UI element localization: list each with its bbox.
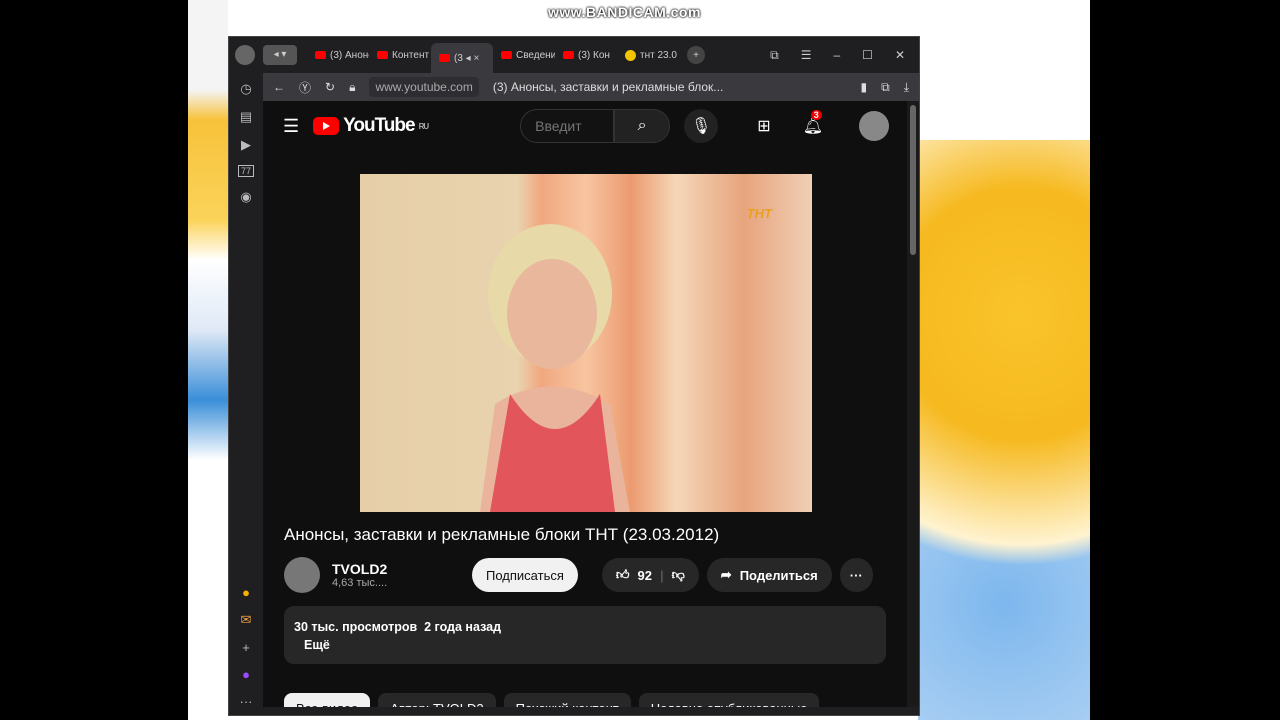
profile-icon[interactable] — [235, 45, 255, 65]
dislike-icon[interactable]: 👎︎ — [672, 567, 685, 583]
like-dislike-group: 👍︎ 92 | 👎︎ — [601, 558, 699, 592]
chip[interactable]: Все видео — [284, 693, 371, 707]
chip[interactable]: Похожий контент — [503, 693, 631, 707]
tab-active[interactable]: (3 ◂ × — [431, 43, 493, 73]
menu-icon[interactable]: ☰ — [801, 48, 812, 63]
tab[interactable]: (3) Кон — [555, 42, 617, 68]
tab[interactable]: Контент — [369, 42, 431, 68]
app-icon[interactable]: ● — [242, 585, 250, 600]
browser-sidebar: ◷ ▤ ▶ 77 ◉ ● ✉ + ● ··· — [229, 73, 263, 715]
description-box[interactable]: 30 тыс. просмотров 2 года назад Ещё — [284, 606, 886, 664]
tab-bar: ◂ ▾ (3) Анонсы Контент (3 ◂ × Сведения (… — [229, 37, 919, 73]
filter-chips: Все видео Автор: TVOLD2 Похожий контент … — [284, 693, 820, 707]
chip[interactable]: Автор: TVOLD2 — [378, 693, 496, 707]
maximize-icon[interactable]: ☐ — [862, 48, 873, 63]
address-bar: ← Ⓨ ↻ 🔒︎ www.youtube.com (3) Анонсы, зас… — [263, 73, 919, 101]
video-frame — [480, 224, 630, 512]
search-button[interactable]: ⌕ — [614, 109, 671, 143]
create-icon[interactable]: ⊞ — [757, 116, 770, 136]
youtube-icon — [563, 51, 574, 59]
search-input[interactable] — [520, 109, 615, 143]
like-icon[interactable]: 👍︎ — [616, 567, 630, 583]
alice-icon[interactable]: ● — [242, 667, 250, 682]
desktop-icons — [188, 0, 228, 720]
new-tab-button[interactable]: + — [687, 46, 705, 64]
youtube-page: ☰ YouTubeRU ⌕ 🎙︎ ⊞ 🔔︎3 ТНТ Анонсы, заста… — [263, 101, 909, 707]
channel-name[interactable]: TVOLD2 — [332, 561, 472, 577]
lock-icon: 🔒︎ — [349, 79, 356, 94]
tab[interactable]: (3) Анонсы — [307, 42, 369, 68]
youtube-icon — [377, 51, 388, 59]
show-more-link[interactable]: Ещё — [294, 636, 876, 654]
download-icon[interactable]: ⤓ — [904, 80, 919, 95]
notes-icon[interactable]: ▤ — [240, 109, 252, 125]
back-icon[interactable]: ← — [273, 80, 285, 94]
more-actions-button[interactable]: ··· — [839, 558, 873, 592]
youtube-header: ☰ YouTubeRU ⌕ 🎙︎ ⊞ 🔔︎3 — [263, 101, 909, 151]
scrollbar[interactable] — [907, 101, 919, 707]
more-icon[interactable]: ··· — [240, 694, 253, 709]
view-count: 30 тыс. просмотров — [294, 620, 418, 634]
tab[interactable]: тнт 23.0 — [617, 42, 679, 68]
subscribe-button[interactable]: Подписаться — [472, 558, 578, 592]
reload-icon[interactable]: ↻ — [325, 80, 335, 94]
yandex-icon[interactable]: Ⓨ — [299, 79, 311, 96]
notifications-icon[interactable]: 🔔︎ 3 — [803, 110, 823, 136]
upload-age: 2 года назад — [424, 620, 502, 634]
youtube-logo[interactable]: YouTube RU — [313, 115, 429, 137]
collections-icon[interactable]: ⧉ — [770, 48, 779, 63]
youtube-icon — [501, 51, 512, 59]
badge-icon[interactable]: 77 — [237, 165, 254, 177]
share-button[interactable]: ➦ Поделиться — [706, 558, 832, 592]
youtube-icon — [439, 54, 450, 62]
tab[interactable]: Сведения — [493, 42, 555, 68]
bookmark-icon[interactable]: ▮ — [861, 80, 868, 94]
sound-icon[interactable]: ◂ ▾ — [263, 45, 297, 65]
desktop-wallpaper — [918, 140, 1090, 720]
channel-logo-overlay: ТНТ — [746, 206, 772, 221]
search-box: ⌕ — [520, 109, 671, 143]
subscriber-count: 4,63 тыс.... — [332, 577, 388, 589]
video-icon — [625, 49, 636, 61]
chip[interactable]: Недавно опубликованные — [638, 693, 820, 707]
history-icon[interactable]: ◷ — [240, 81, 251, 97]
url-field[interactable]: www.youtube.com — [369, 77, 479, 97]
page-title: (3) Анонсы, заставки и рекламные блок... — [492, 80, 724, 94]
close-icon[interactable]: ✕ — [895, 48, 905, 63]
mic-button[interactable]: 🎙︎ — [684, 109, 719, 143]
minimize-icon[interactable]: – — [833, 48, 840, 63]
like-count[interactable]: 92 — [637, 568, 651, 583]
extensions-icon[interactable]: ⧉ — [881, 80, 890, 95]
browser-window: ◂ ▾ (3) Анонсы Контент (3 ◂ × Сведения (… — [228, 36, 920, 716]
menu-icon[interactable]: ☰ — [283, 116, 299, 137]
channel-avatar[interactable] — [284, 557, 320, 593]
screenshot-icon[interactable]: ◉ — [240, 189, 251, 205]
video-player[interactable]: ТНТ — [360, 174, 812, 512]
youtube-icon — [315, 51, 326, 59]
add-icon[interactable]: + — [242, 640, 250, 655]
video-title: Анонсы, заставки и рекламные блоки ТНТ (… — [284, 525, 720, 544]
channel-row: TVOLD2 4,63 тыс.... Подписаться 👍︎ 92 | 👎︎ … — [284, 557, 884, 593]
share-icon: ➦ — [720, 567, 732, 582]
watermark: www.BANDICAM.com — [548, 4, 701, 20]
player-icon[interactable]: ▶ — [241, 137, 251, 153]
mail-icon[interactable]: ✉ — [241, 612, 252, 628]
avatar[interactable] — [859, 111, 889, 141]
